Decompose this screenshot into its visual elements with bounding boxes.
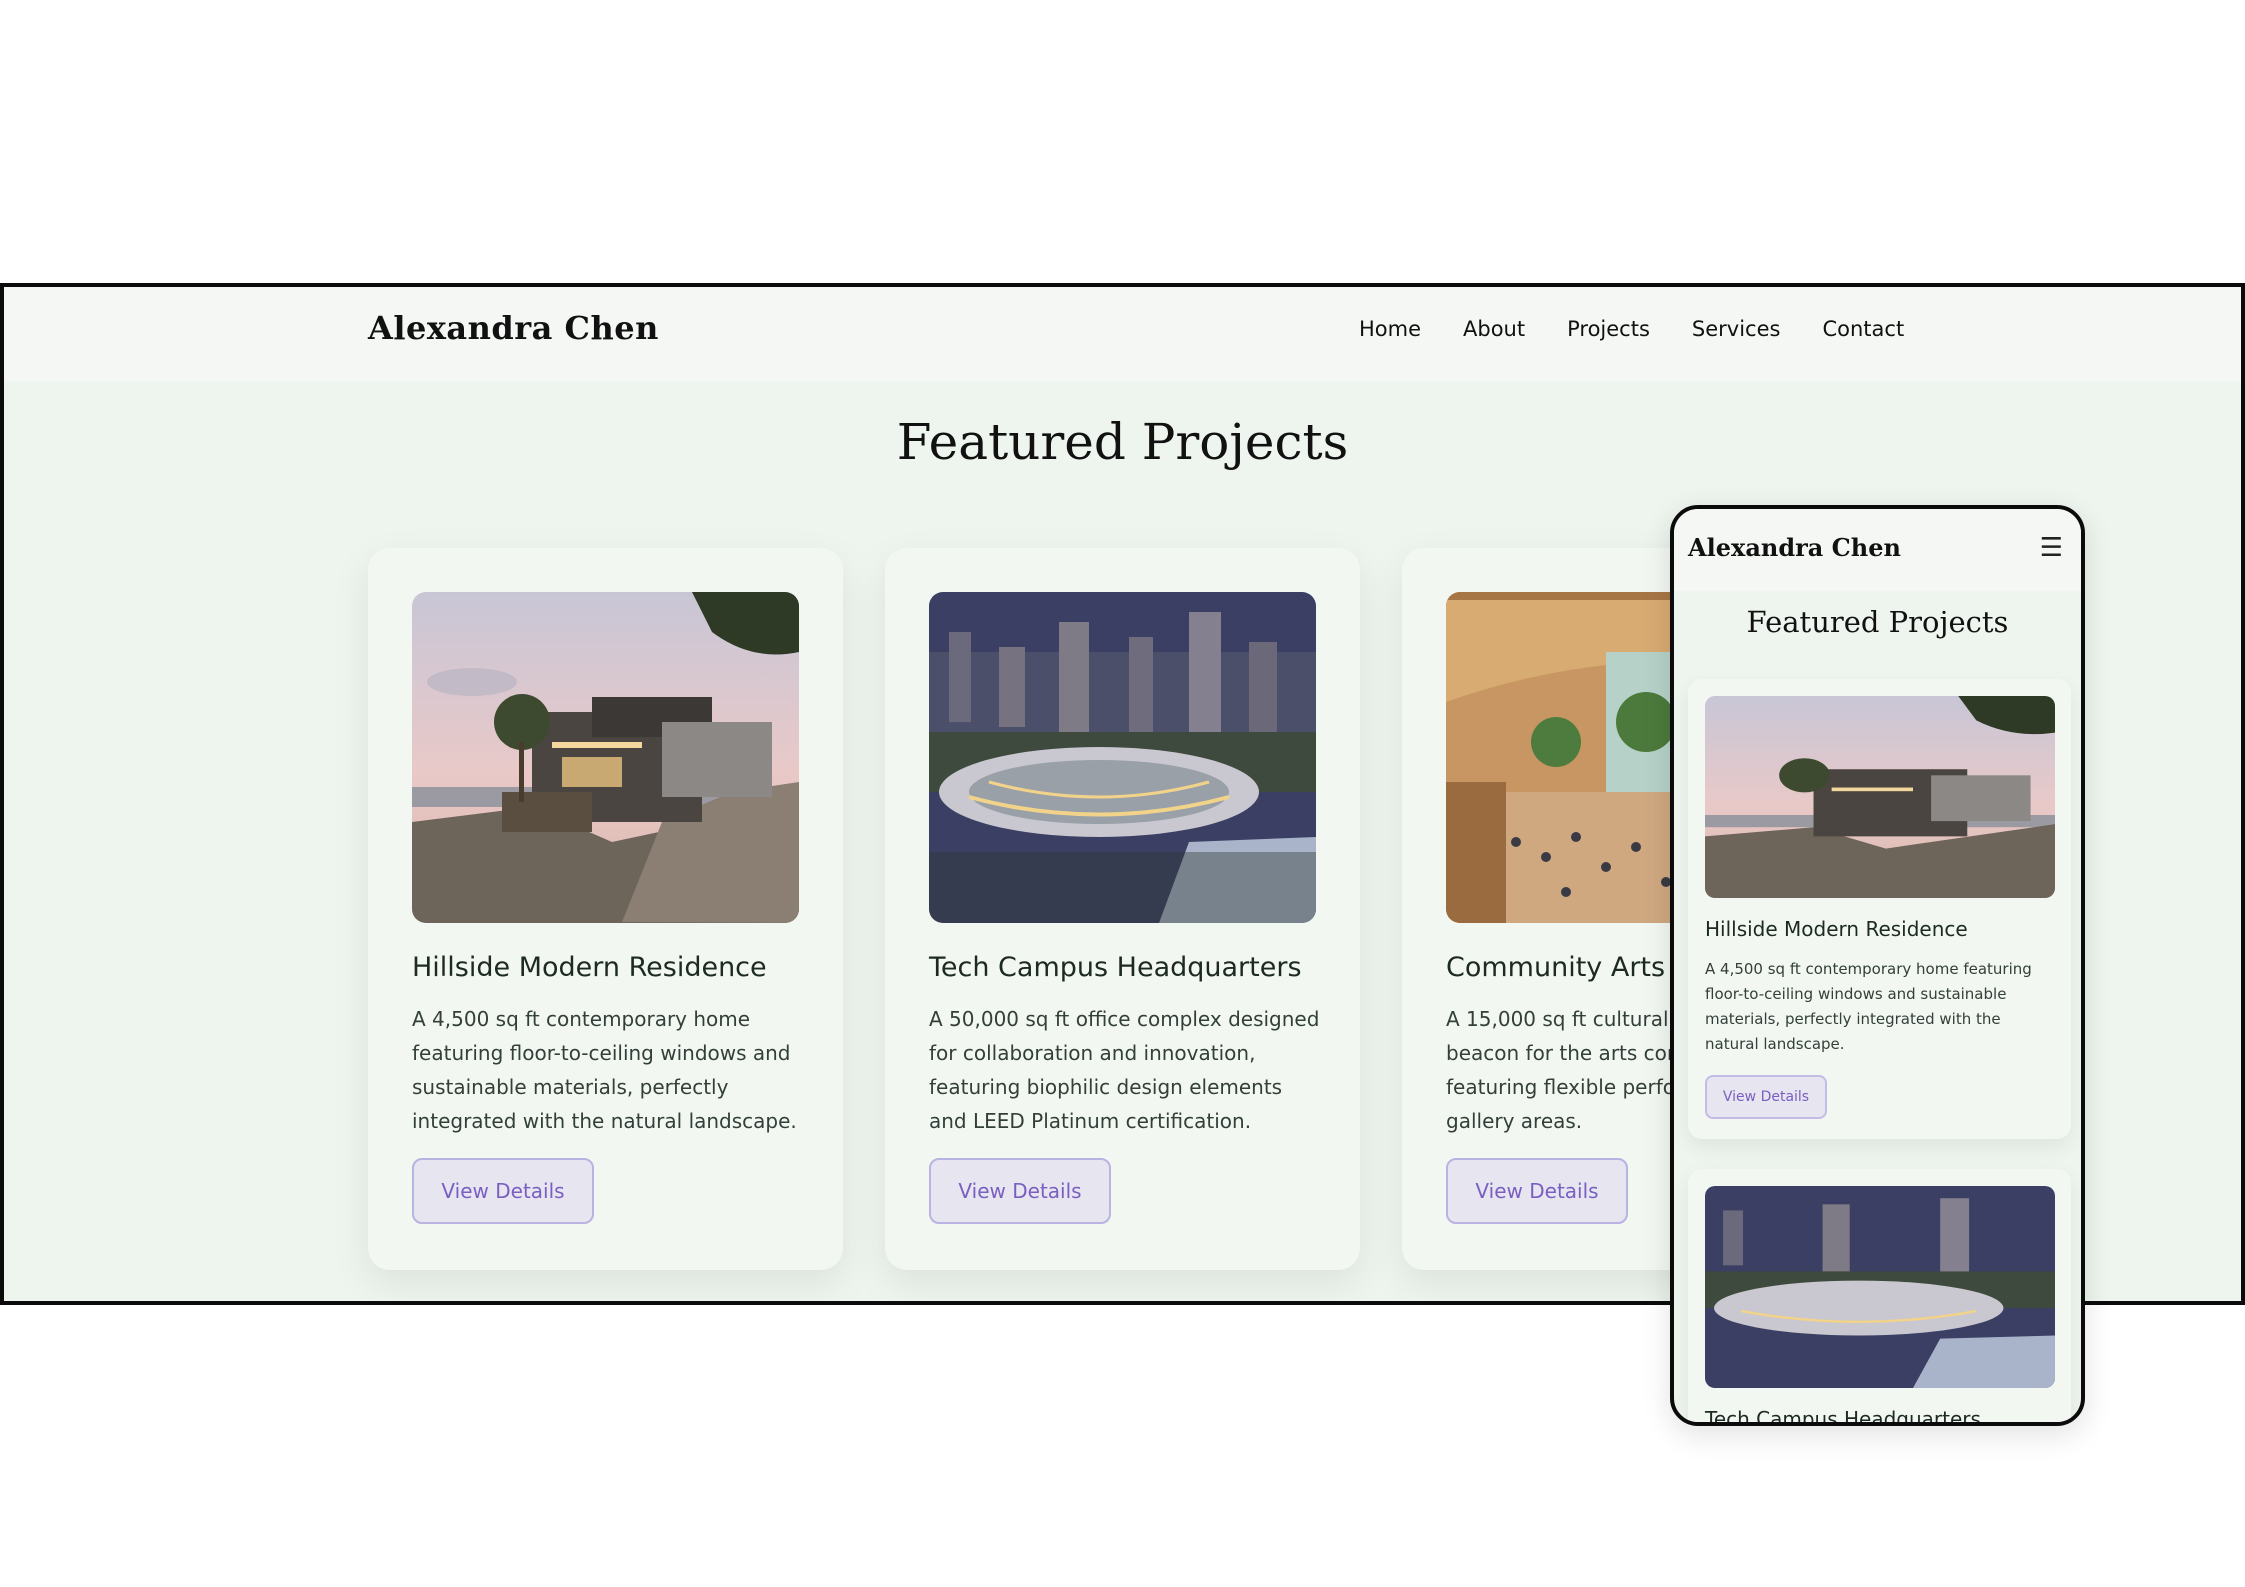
mobile-section-title: Featured Projects	[1746, 605, 2009, 639]
mobile-project-title: Hillside Modern Residence	[1705, 917, 1968, 941]
project-title: Hillside Modern Residence	[412, 952, 767, 983]
project-card: Hillside Modern Residence A 4,500 sq ft …	[368, 548, 843, 1270]
mobile-project-description: A 4,500 sq ft contemporary home featurin…	[1705, 960, 2032, 1053]
main-nav: Home About Projects Services Contact	[1359, 317, 1904, 341]
mobile-preview: Alexandra Chen ☰ Featured Projects Hills…	[1670, 505, 2085, 1426]
mobile-header: Alexandra Chen ☰	[1674, 509, 2081, 591]
tech-campus-photo	[1705, 1186, 2055, 1388]
hillside-residence-photo	[412, 592, 799, 923]
nav-projects[interactable]: Projects	[1567, 317, 1650, 341]
mobile-project-card: Tech Campus Headquarters	[1688, 1169, 2071, 1426]
project-description: A 50,000 sq ft office complex designed f…	[929, 1007, 1320, 1133]
site-header: Alexandra Chen Home About Projects Servi…	[4, 287, 2241, 381]
nav-contact[interactable]: Contact	[1822, 317, 1904, 341]
mobile-project-card: Hillside Modern Residence A 4,500 sq ft …	[1688, 679, 2071, 1139]
nav-services[interactable]: Services	[1692, 317, 1781, 341]
project-description: A 4,500 sq ft contemporary home featurin…	[412, 1007, 797, 1133]
tech-campus-photo	[929, 592, 1316, 923]
project-card: Tech Campus Headquarters A 50,000 sq ft …	[885, 548, 1360, 1270]
view-details-button[interactable]: View Details	[929, 1158, 1111, 1224]
hillside-residence-photo	[1705, 696, 2055, 898]
mobile-site-logo[interactable]: Alexandra Chen	[1688, 533, 1901, 562]
nav-home[interactable]: Home	[1359, 317, 1421, 341]
view-details-button[interactable]: View Details	[412, 1158, 594, 1224]
site-logo[interactable]: Alexandra Chen	[368, 309, 659, 347]
view-details-button[interactable]: View Details	[1446, 1158, 1628, 1224]
mobile-view-details-button[interactable]: View Details	[1705, 1075, 1827, 1119]
nav-about[interactable]: About	[1463, 317, 1525, 341]
project-title: Tech Campus Headquarters	[929, 952, 1302, 983]
hamburger-menu-icon[interactable]: ☰	[2040, 533, 2063, 563]
mobile-project-title: Tech Campus Headquarters	[1705, 1407, 1981, 1426]
section-title: Featured Projects	[896, 413, 1349, 471]
